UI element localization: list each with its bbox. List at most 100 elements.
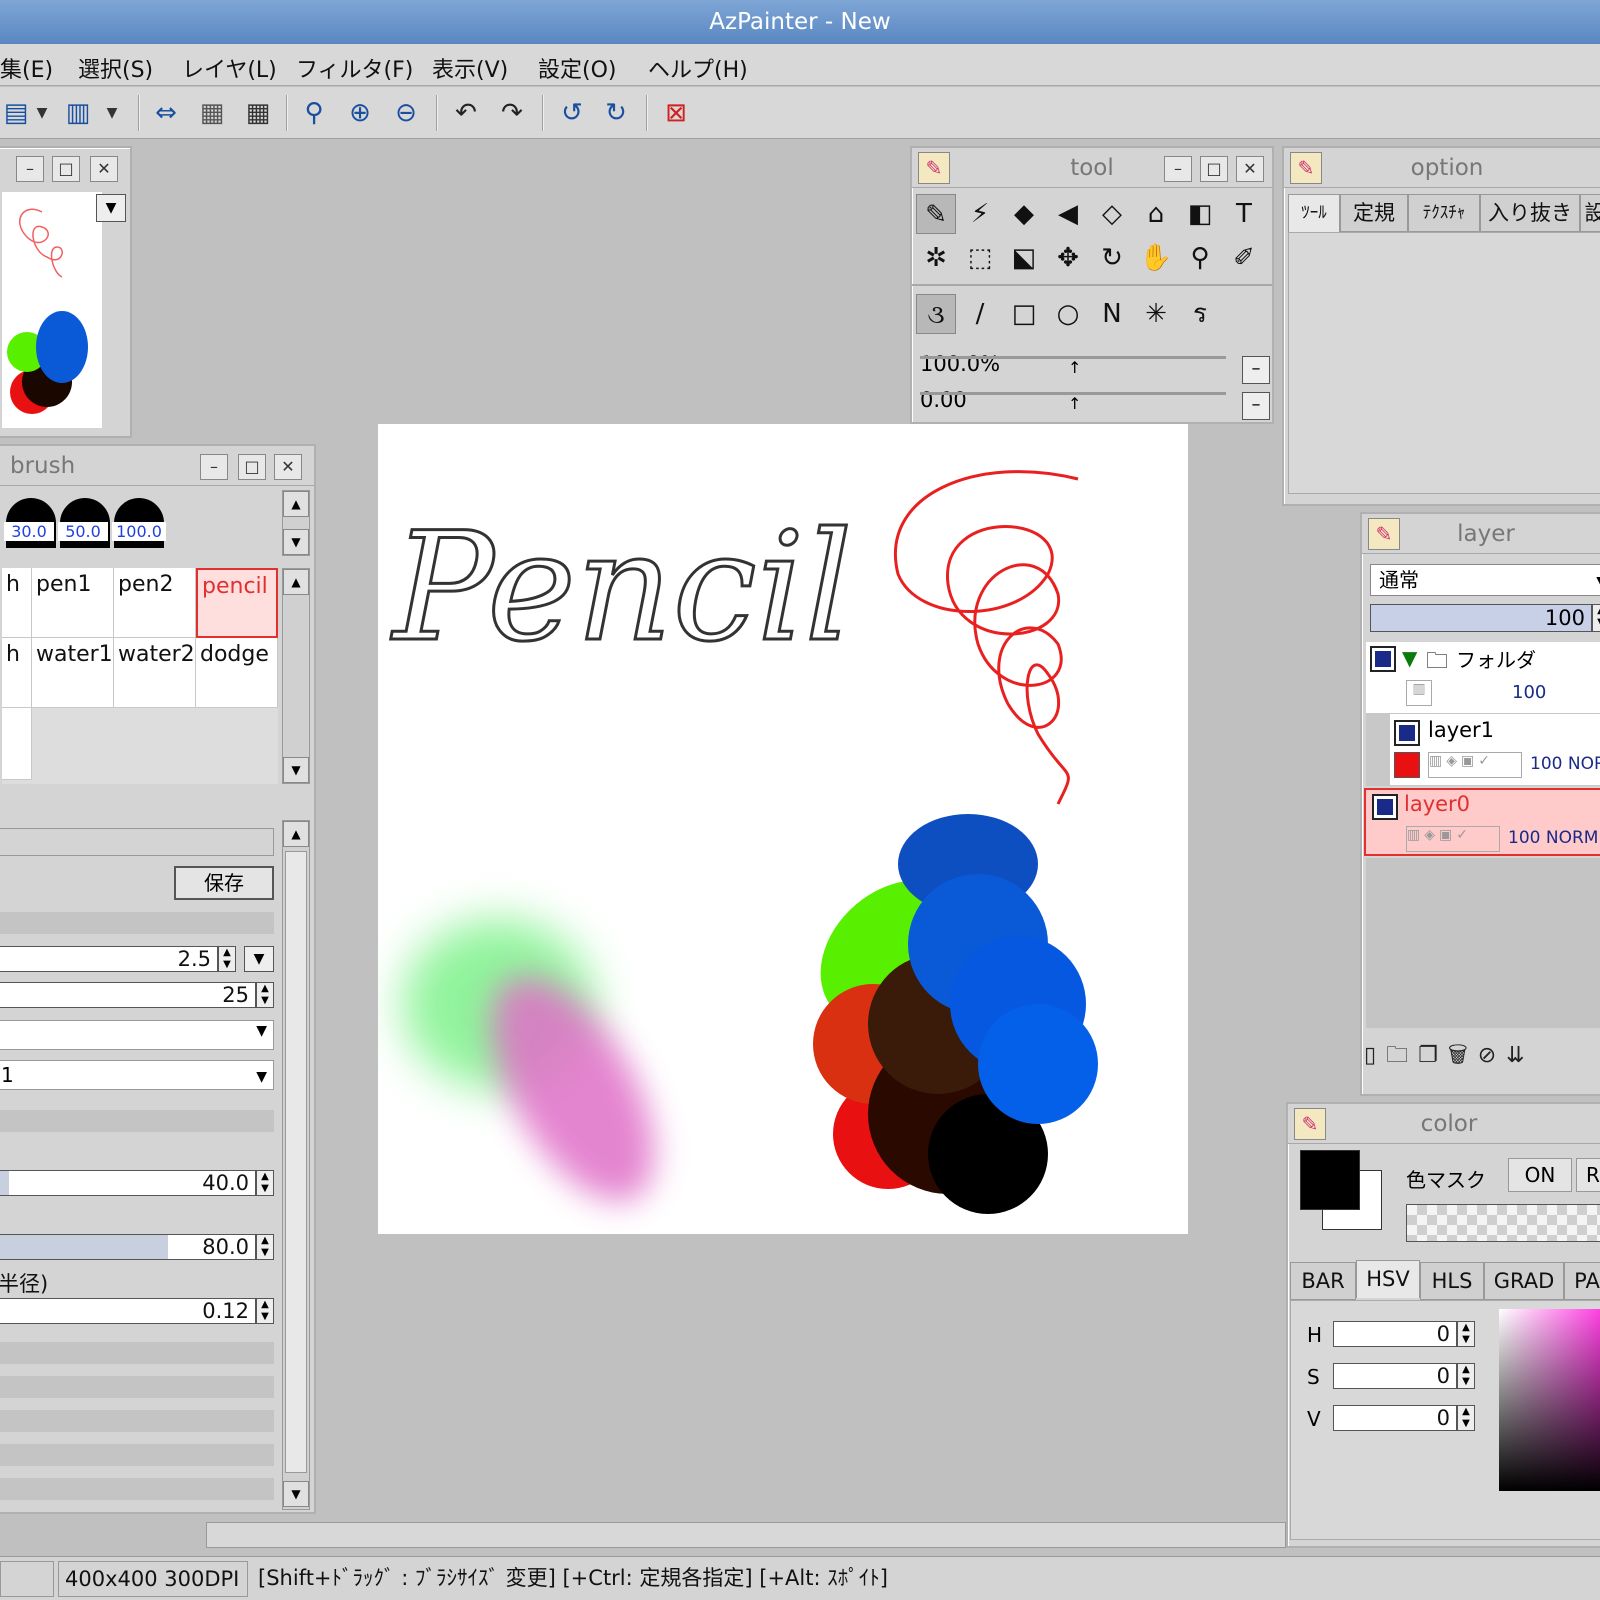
visibility-checkbox[interactable] xyxy=(1370,646,1396,672)
menu-edit[interactable]: 集(E) xyxy=(0,52,53,84)
visibility-checkbox[interactable] xyxy=(1394,720,1420,746)
layer-opacity-field[interactable]: 100 xyxy=(1370,604,1592,632)
drawing-canvas[interactable]: Pencil xyxy=(378,424,1188,1234)
text-tool-icon[interactable]: T xyxy=(1224,194,1264,234)
brush-size-preset[interactable]: 50.0 xyxy=(58,492,110,548)
dotpen-tool-icon[interactable]: ⚡ xyxy=(960,194,1000,234)
rotate-tool-icon[interactable]: ↻ xyxy=(1092,238,1132,278)
zoom-in-icon[interactable]: ⊕ xyxy=(344,97,376,129)
fit-width-icon[interactable]: ⇔ xyxy=(150,97,182,129)
brush-name-field[interactable] xyxy=(0,828,274,856)
menu-help[interactable]: ヘルプ(H) xyxy=(648,52,748,84)
brush-list-scrollbar[interactable]: ▲ ▼ xyxy=(282,568,310,784)
redo-icon[interactable]: ↻ xyxy=(600,97,632,129)
brush-item-pen2[interactable]: pen2 xyxy=(114,568,196,638)
layer-flag-icons[interactable]: ▥◈▣✓ xyxy=(1406,826,1500,852)
h-spinner[interactable]: ▲ ▼ xyxy=(1457,1321,1475,1347)
brush-item-dodge[interactable]: dodge xyxy=(196,638,278,708)
rectangle-mode-icon[interactable]: □ xyxy=(1004,294,1044,334)
slider-handle-icon[interactable]: ↑ xyxy=(1068,358,1081,377)
navigator-dropdown-icon[interactable]: ▼ xyxy=(96,194,126,222)
brush-size-preset[interactable]: 30.0 xyxy=(4,492,56,548)
tab-more[interactable]: 設 xyxy=(1580,194,1600,232)
rotate-left-icon[interactable]: ↶ xyxy=(450,97,482,129)
delete-layer-icon[interactable]: 🗑 xyxy=(1448,1043,1478,1068)
tab-in-out[interactable]: 入り抜き xyxy=(1480,194,1580,232)
expand-arrow-icon[interactable]: ▼ xyxy=(1402,646,1417,670)
brush-density-spinner[interactable]: ▲ ▼ xyxy=(256,982,274,1008)
color-mask-on-button[interactable]: ON xyxy=(1508,1158,1572,1192)
scroll-up-icon[interactable]: ▲ xyxy=(283,491,309,517)
transparent-bg-icon[interactable]: ▦ xyxy=(196,97,228,129)
slider-handle-icon[interactable]: ↑ xyxy=(1068,394,1081,413)
minimize-button[interactable]: – xyxy=(1164,156,1192,182)
scroll-down-icon[interactable]: ▼ xyxy=(283,757,309,783)
new-layer-icon[interactable]: ▯ xyxy=(1364,1043,1386,1068)
layer-row-folder[interactable]: ▼ 🗀 フォルダ ▥ 100 xyxy=(1366,642,1600,714)
fill-tool-icon[interactable]: ◀ xyxy=(1048,194,1088,234)
brush-size-field[interactable]: 2.5 xyxy=(0,946,218,972)
brush-option-select[interactable]: 1 ▼ xyxy=(0,1060,274,1090)
tab-grad[interactable]: GRAD xyxy=(1484,1262,1564,1300)
menu-select[interactable]: 選択(S) xyxy=(78,52,153,84)
close-button[interactable]: ✕ xyxy=(90,156,118,182)
tab-texture[interactable]: ﾃｸｽﾁｬ xyxy=(1408,194,1480,232)
slider-field-80-spinner[interactable]: ▲ ▼ xyxy=(256,1234,274,1260)
new-folder-icon[interactable]: 🗀 xyxy=(1386,1043,1418,1068)
visibility-checkbox[interactable] xyxy=(1372,794,1398,820)
scroll-up-icon[interactable]: ▲ xyxy=(283,821,309,847)
tab-bar[interactable]: BAR xyxy=(1290,1262,1356,1300)
bucket-tool-icon[interactable]: ⌂ xyxy=(1136,194,1176,234)
navigator-preview[interactable] xyxy=(2,192,102,428)
layer-opacity-spinner[interactable]: ▲▼ xyxy=(1592,604,1600,632)
brush-size-preset[interactable]: 100.0 xyxy=(112,492,166,548)
spline-mode-icon[interactable]: ร xyxy=(1180,294,1220,334)
ellipse-mode-icon[interactable]: ○ xyxy=(1048,294,1088,334)
tab-hsv[interactable]: HSV xyxy=(1356,1260,1420,1298)
maximize-button[interactable]: □ xyxy=(52,156,80,182)
fill-polygon-tool-icon[interactable]: ◆ xyxy=(1004,194,1044,234)
line-mode-icon[interactable]: / xyxy=(960,294,1000,334)
minimize-button[interactable]: – xyxy=(200,454,228,480)
tab-tool[interactable]: ﾂｰﾙ xyxy=(1288,194,1340,232)
color-mask-slots[interactable] xyxy=(1406,1204,1600,1242)
brush-size-dropdown-icon[interactable]: ▼ xyxy=(244,946,274,972)
blend-mode-select[interactable]: 通常 ▼ xyxy=(1370,564,1600,596)
menu-view[interactable]: 表示(V) xyxy=(432,52,508,84)
save-icon[interactable]: ▤ xyxy=(0,97,32,129)
export-icon[interactable]: ▥ xyxy=(62,97,94,129)
merge-layer-icon[interactable]: ⇊ xyxy=(1506,1043,1534,1068)
zoom-tool-icon[interactable]: ⚲ xyxy=(1180,238,1220,278)
slider-field-80[interactable]: 80.0 xyxy=(0,1234,256,1260)
tab-ruler[interactable]: 定規 xyxy=(1340,194,1408,232)
radius-spinner[interactable]: ▲ ▼ xyxy=(256,1298,274,1324)
undo-icon[interactable]: ↺ xyxy=(556,97,588,129)
eyedropper-tool-icon[interactable]: ✐ xyxy=(1224,238,1264,278)
hand-tool-icon[interactable]: ✋ xyxy=(1136,238,1176,278)
freehand-mode-icon[interactable]: ૩ xyxy=(916,294,956,334)
brush-density-field[interactable]: 25 xyxy=(0,982,256,1008)
lock-icon[interactable]: ▥ xyxy=(1406,680,1432,706)
rotate-right-icon[interactable]: ↷ xyxy=(496,97,528,129)
color-mask-r-button[interactable]: R xyxy=(1576,1158,1600,1192)
copy-layer-icon[interactable]: ❐ xyxy=(1418,1043,1448,1068)
sv-picker[interactable] xyxy=(1499,1309,1600,1491)
slider-field-40-spinner[interactable]: ▲ ▼ xyxy=(256,1170,274,1196)
maximize-button[interactable]: □ xyxy=(1200,156,1228,182)
minimize-button[interactable]: – xyxy=(16,156,44,182)
layer-color-swatch[interactable] xyxy=(1394,752,1420,778)
brush-item[interactable]: h xyxy=(2,568,32,638)
h-field[interactable]: 0 xyxy=(1333,1321,1457,1347)
layer-row-layer0[interactable]: layer0 ▥◈▣✓ 100 NORM xyxy=(1364,788,1600,856)
maximize-button[interactable]: □ xyxy=(238,454,266,480)
settings-scrollbar[interactable]: ▲ ▼ xyxy=(282,820,310,1510)
close-button[interactable]: ✕ xyxy=(274,454,302,480)
s-spinner[interactable]: ▲ ▼ xyxy=(1457,1363,1475,1389)
brush-size-spinner[interactable]: ▲ ▼ xyxy=(218,946,236,972)
move-tool-icon[interactable]: ✥ xyxy=(1048,238,1088,278)
brush-item-water1[interactable]: water1 xyxy=(32,638,114,708)
close-button[interactable]: ✕ xyxy=(1236,156,1264,182)
brush-item-empty[interactable] xyxy=(2,708,32,780)
v-field[interactable]: 0 xyxy=(1333,1405,1457,1431)
v-spinner[interactable]: ▲ ▼ xyxy=(1457,1405,1475,1431)
